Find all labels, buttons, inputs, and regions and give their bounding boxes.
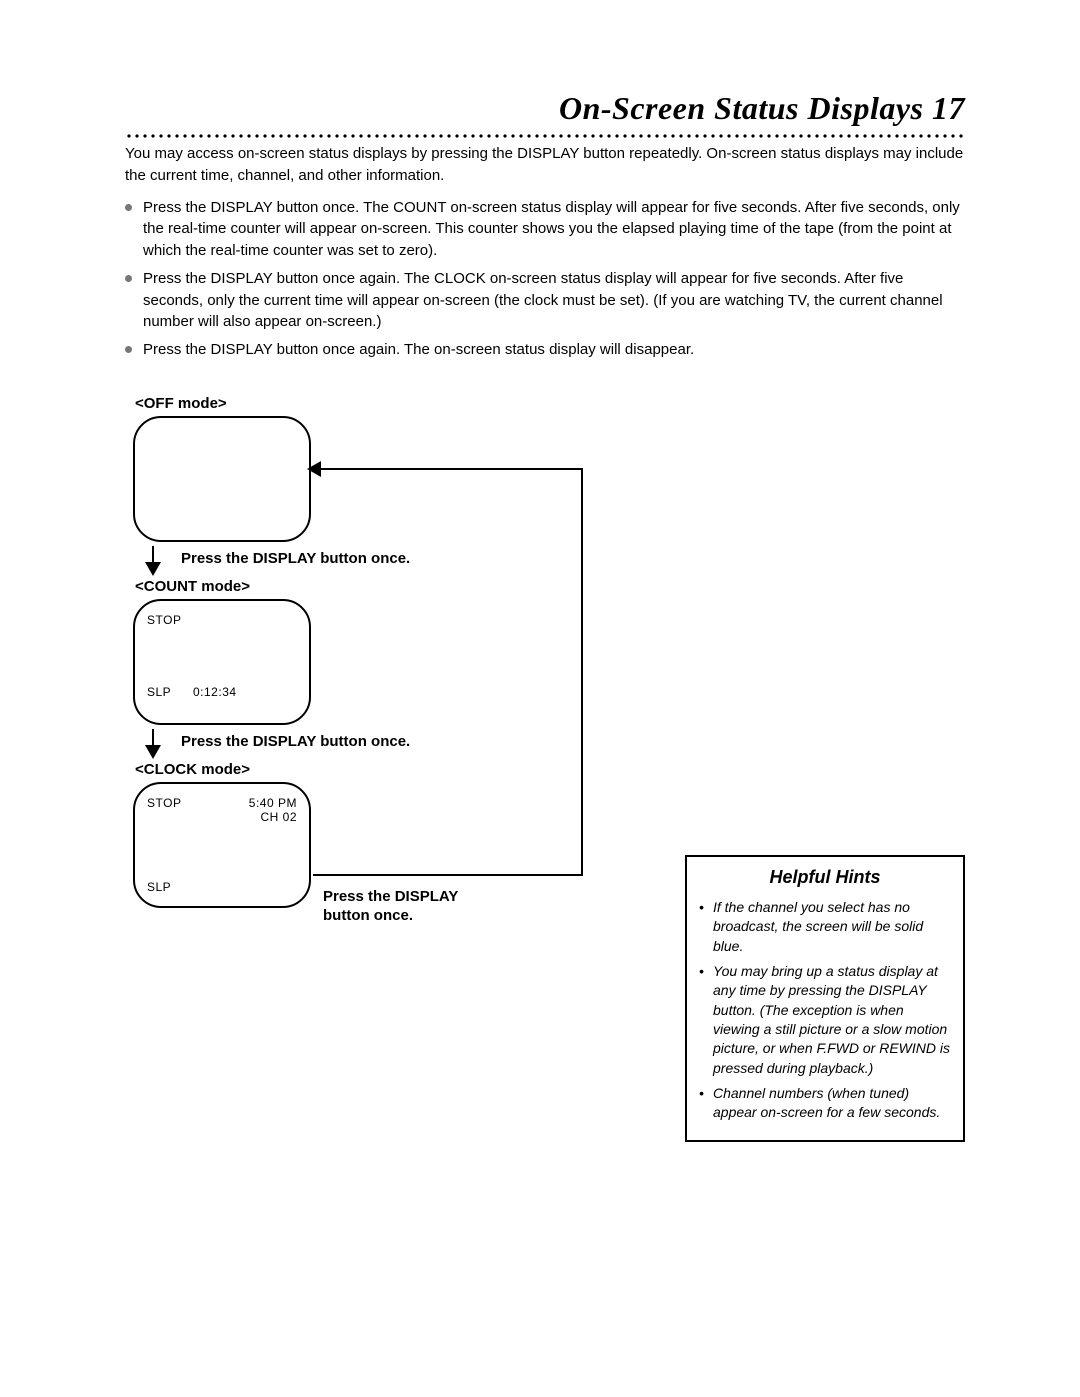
- instruction-item: Press the DISPLAY button once. The COUNT…: [125, 197, 965, 262]
- count-mode-label: <COUNT mode>: [135, 578, 605, 595]
- clock-status: STOP: [147, 796, 181, 810]
- instruction-item: Press the DISPLAY button once again. The…: [125, 339, 965, 361]
- off-screen: [133, 416, 311, 542]
- clock-channel: CH 02: [260, 810, 297, 824]
- left-arrow-icon: [307, 461, 321, 477]
- step-1-text: Press the DISPLAY button once.: [181, 546, 410, 567]
- divider-dots: [125, 133, 965, 139]
- instruction-list: Press the DISPLAY button once. The COUNT…: [125, 197, 965, 361]
- hint-item: If the channel you select has no broadca…: [699, 898, 951, 956]
- count-screen: STOP SLP 0:12:34: [133, 599, 311, 725]
- step-3-text: Press the DISPLAY button once.: [323, 887, 483, 926]
- mode-diagram: <OFF mode> Press the DISPLAY button once…: [125, 395, 605, 1005]
- feedback-line: [320, 468, 583, 470]
- hint-item: You may bring up a status display at any…: [699, 962, 951, 1078]
- off-mode-label: <OFF mode>: [135, 395, 605, 412]
- feedback-line: [313, 874, 583, 876]
- helpful-hints-box: Helpful Hints If the channel you select …: [685, 855, 965, 1142]
- count-status: STOP: [147, 613, 181, 627]
- hints-list: If the channel you select has no broadca…: [699, 898, 951, 1122]
- down-arrow-icon: [125, 546, 181, 576]
- manual-page: On-Screen Status Displays 17 You may acc…: [0, 0, 1080, 1397]
- clock-speed: SLP: [147, 880, 171, 894]
- down-arrow-icon: [125, 729, 181, 759]
- page-title: On-Screen Status Displays 17: [125, 90, 965, 127]
- count-speed: SLP: [147, 685, 171, 699]
- hint-item: Channel numbers (when tuned) appear on-s…: [699, 1084, 951, 1123]
- clock-time-channel: 5:40 PM CH 02: [249, 796, 297, 824]
- clock-mode-label: <CLOCK mode>: [135, 761, 605, 778]
- clock-time: 5:40 PM: [249, 796, 297, 810]
- clock-screen: STOP 5:40 PM CH 02 SLP: [133, 782, 311, 908]
- hints-title: Helpful Hints: [699, 867, 951, 888]
- instruction-item: Press the DISPLAY button once again. The…: [125, 268, 965, 333]
- step-2-text: Press the DISPLAY button once.: [181, 729, 410, 750]
- count-counter: 0:12:34: [193, 685, 237, 699]
- intro-text: You may access on-screen status displays…: [125, 143, 965, 187]
- feedback-line: [581, 468, 583, 876]
